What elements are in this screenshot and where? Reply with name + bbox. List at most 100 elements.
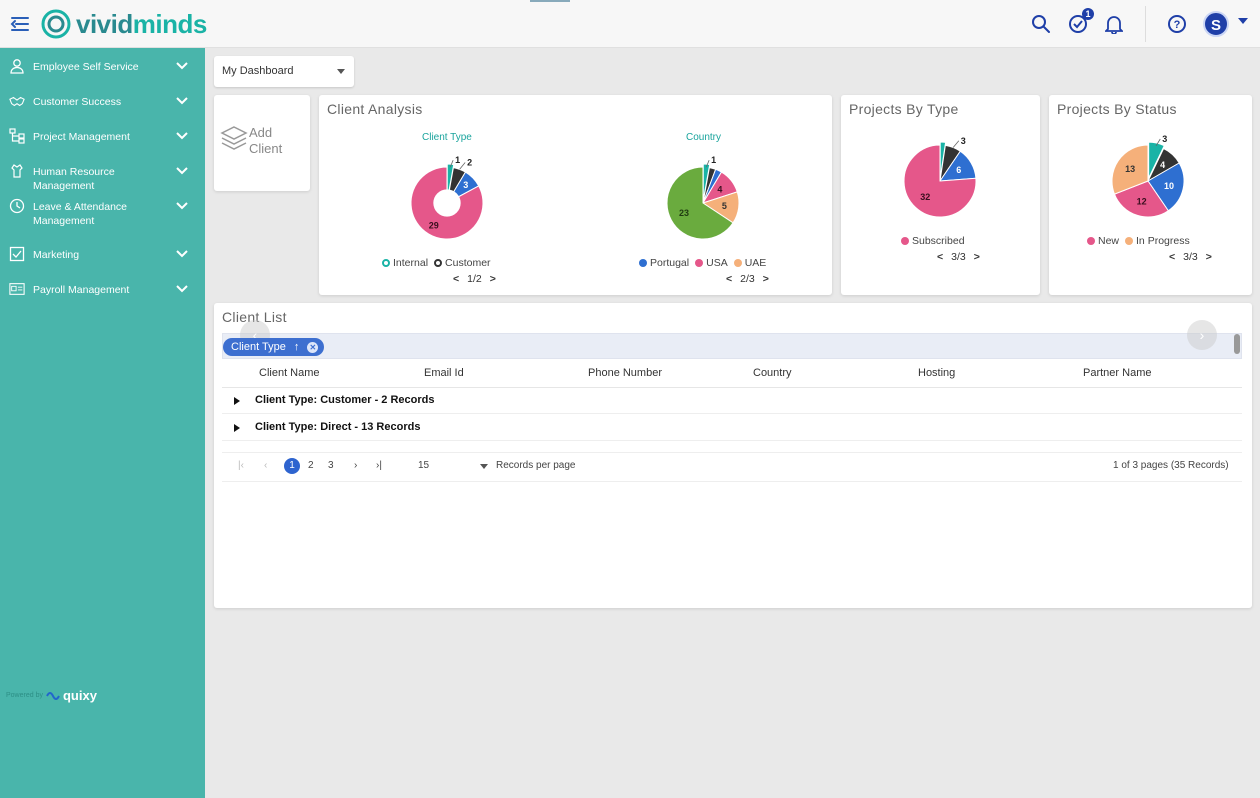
column-header[interactable]: Country bbox=[753, 367, 792, 379]
group-chip-client-type[interactable]: Client Type ↑ ✕ bbox=[223, 338, 325, 356]
powered-brand: quixy bbox=[62, 688, 97, 703]
pager-label: 3/3 bbox=[951, 251, 966, 263]
hr-icon bbox=[11, 164, 23, 178]
chevron-down-icon bbox=[176, 167, 188, 175]
table-group-row[interactable]: Client Type: Direct - 13 Records bbox=[222, 415, 1242, 441]
legend-item[interactable]: In Progress bbox=[1125, 235, 1190, 247]
pie-slice-label: 1 bbox=[711, 155, 716, 165]
expand-triangle-icon[interactable] bbox=[234, 397, 240, 405]
column-header[interactable]: Partner Name bbox=[1083, 367, 1151, 379]
handshake-icon bbox=[9, 96, 25, 107]
help-icon[interactable]: ? bbox=[1165, 12, 1189, 36]
first-page-icon[interactable]: |‹ bbox=[238, 460, 244, 471]
card-title: Projects By Status bbox=[1057, 101, 1177, 117]
chart-subtitle-client-type: Client Type bbox=[422, 132, 472, 143]
avatar-caret-icon[interactable] bbox=[1238, 18, 1248, 24]
last-page-icon[interactable]: ›| bbox=[376, 460, 382, 471]
next-arrow-icon[interactable]: > bbox=[974, 251, 980, 263]
close-icon[interactable]: ✕ bbox=[307, 341, 319, 353]
column-header[interactable]: Client Name bbox=[259, 367, 320, 379]
next-arrow-icon[interactable]: > bbox=[763, 273, 769, 285]
sort-arrow-up-icon[interactable]: ↑ bbox=[294, 341, 300, 353]
projects-by-status-pager: < 3/3 > bbox=[1169, 251, 1212, 263]
pie-slice-label: 5 bbox=[722, 201, 727, 211]
tasks-check-icon[interactable]: 1 bbox=[1066, 8, 1094, 36]
chip-label: Client Type bbox=[231, 341, 286, 353]
legend-item[interactable]: Internal bbox=[382, 257, 428, 269]
next-arrow-icon[interactable]: > bbox=[490, 273, 496, 285]
legend-item[interactable]: UAE bbox=[733, 257, 766, 269]
column-header[interactable]: Email Id bbox=[424, 367, 464, 379]
bell-icon[interactable] bbox=[1102, 12, 1126, 36]
dashboard-select-value: My Dashboard bbox=[222, 65, 294, 77]
table-group-row[interactable]: Client Type: Customer - 2 Records bbox=[222, 388, 1242, 414]
checkbox-icon bbox=[9, 246, 25, 262]
page-button[interactable]: 2 bbox=[308, 460, 314, 471]
prev-arrow-icon[interactable]: < bbox=[726, 273, 732, 285]
chevron-down-icon bbox=[337, 69, 345, 74]
column-header[interactable]: Hosting bbox=[918, 367, 955, 379]
legend-item[interactable]: Subscribed bbox=[901, 235, 965, 247]
sidebar: Employee Self Service Customer Success P… bbox=[0, 48, 205, 798]
pie-slice-label: 10 bbox=[1164, 181, 1174, 191]
chevron-down-icon bbox=[176, 62, 188, 70]
expand-triangle-icon[interactable] bbox=[234, 424, 240, 432]
group-row-label: Client Type: Direct - 13 Records bbox=[255, 421, 421, 433]
card-title: Client Analysis bbox=[327, 101, 423, 117]
add-client-card[interactable]: Add Client bbox=[214, 95, 310, 191]
search-icon[interactable] bbox=[1029, 12, 1053, 36]
legend-item[interactable]: New bbox=[1087, 235, 1119, 247]
client-type-chart: 1 2 3 29 bbox=[410, 155, 484, 240]
group-by-panel[interactable] bbox=[222, 333, 1242, 359]
prev-page-icon[interactable]: ‹ bbox=[264, 460, 267, 471]
user-avatar[interactable]: S bbox=[1203, 11, 1229, 37]
pager-label: 3/3 bbox=[1183, 251, 1198, 263]
pie-slice-label: 6 bbox=[956, 165, 961, 175]
legend-item[interactable]: Customer bbox=[434, 257, 491, 269]
dashboard-select[interactable]: My Dashboard bbox=[214, 56, 354, 87]
next-page-icon[interactable]: › bbox=[354, 460, 357, 471]
hierarchy-icon bbox=[9, 128, 25, 144]
sidebar-item-label: Customer Success bbox=[33, 96, 122, 108]
pie-slice-label: 12 bbox=[1137, 197, 1147, 207]
card-title: Projects By Type bbox=[849, 101, 959, 117]
donut-hole bbox=[433, 189, 461, 217]
menu-toggle-icon[interactable] bbox=[8, 12, 32, 36]
page-size-value: 15 bbox=[418, 460, 430, 471]
prev-arrow-icon[interactable]: < bbox=[937, 251, 943, 263]
projects-by-type-legend: Subscribed bbox=[901, 235, 965, 247]
country-chart: 1 45 23 bbox=[666, 155, 740, 240]
chevron-down-icon bbox=[480, 464, 488, 469]
pie-slice-label: 29 bbox=[429, 220, 439, 230]
page-size-select[interactable]: 15 bbox=[418, 460, 488, 471]
header-tab-indicator bbox=[530, 0, 570, 2]
client-type-pager: < 1/2 > bbox=[453, 273, 496, 285]
legend-item[interactable]: Portugal bbox=[639, 257, 689, 269]
pie-leader-line bbox=[459, 162, 466, 170]
prev-arrow-icon[interactable]: < bbox=[453, 273, 459, 285]
prev-arrow-icon[interactable]: < bbox=[1169, 251, 1175, 263]
add-client-label: Add Client bbox=[249, 125, 283, 156]
clock-icon bbox=[9, 198, 25, 214]
pie-slice-label: 13 bbox=[1125, 164, 1135, 174]
chevron-down-icon bbox=[176, 250, 188, 258]
pie-slice-label: 32 bbox=[920, 192, 930, 202]
pager-summary: 1 of 3 pages (35 Records) bbox=[1113, 460, 1229, 471]
payroll-icon bbox=[9, 283, 25, 295]
next-arrow-icon[interactable]: > bbox=[1206, 251, 1212, 263]
pie-slice-label: 23 bbox=[679, 208, 689, 218]
pie-slice-label: 4 bbox=[1160, 160, 1165, 170]
country-pager: < 2/3 > bbox=[726, 273, 769, 285]
records-per-page-label: Records per page bbox=[496, 460, 576, 471]
brand-logo[interactable]: vividminds bbox=[40, 8, 207, 40]
chevron-down-icon bbox=[176, 202, 188, 210]
scroll-right-button[interactable]: › bbox=[1187, 320, 1217, 350]
column-header[interactable]: Phone Number bbox=[588, 367, 662, 379]
legend-item[interactable]: USA bbox=[695, 257, 728, 269]
page-button[interactable]: 3 bbox=[328, 460, 334, 471]
header-divider bbox=[1145, 6, 1146, 42]
page-button[interactable]: 1 bbox=[284, 458, 300, 474]
layers-icon bbox=[220, 126, 248, 150]
vertical-scrollbar[interactable] bbox=[1234, 334, 1240, 354]
pie-slice-label: 1 bbox=[455, 155, 460, 165]
